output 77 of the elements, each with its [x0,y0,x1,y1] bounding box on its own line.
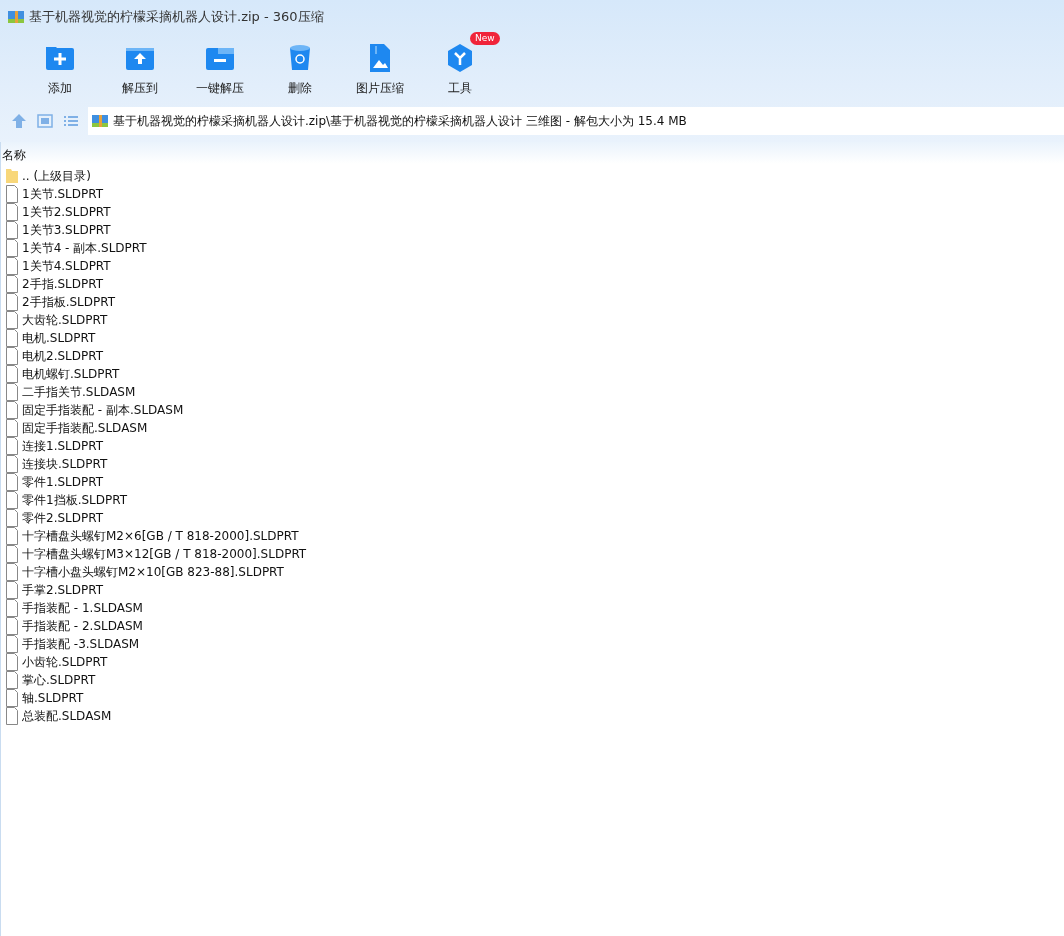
file-name[interactable]: 大齿轮.SLDPRT [22,311,108,329]
file-icon [5,527,19,545]
file-name[interactable]: 1关节2.SLDPRT [22,203,111,221]
file-name[interactable]: 零件2.SLDPRT [22,509,104,527]
file-name[interactable]: 2手指.SLDPRT [22,275,104,293]
file-icon [5,185,19,203]
address-bar[interactable]: 基于机器视觉的柠檬采摘机器人设计.zip\基于机器视觉的柠檬采摘机器人设计 三维图 - 解包大小为 15.4 MB [88,107,1064,135]
toolbar-button[interactable]: 一键解压 [180,34,260,100]
file-name[interactable]: 电机螺钉.SLDPRT [22,365,120,383]
file-icon [5,509,19,527]
file-icon [5,203,19,221]
file-name[interactable]: 1关节3.SLDPRT [22,221,111,239]
file-name[interactable]: 轴.SLDPRT [22,689,84,707]
file-name[interactable]: 十字槽盘头螺钉M3×12[GB / T 818-2000].SLDPRT [22,545,307,563]
file-name[interactable]: 2手指板.SLDPRT [22,293,116,311]
toolbar-button[interactable]: 工具 New [420,34,500,100]
file-icon [5,311,19,329]
file-icon [5,401,19,419]
file-name[interactable]: 1关节.SLDPRT [22,185,104,203]
toolbar-button[interactable]: 删除 [260,34,340,100]
file-name[interactable]: 电机.SLDPRT [22,329,96,347]
file-icon [5,491,19,509]
thumbnail-view-icon[interactable] [36,112,54,130]
file-name[interactable]: 电机2.SLDPRT [22,347,104,365]
toolbar-button[interactable]: 添加 [20,34,100,100]
address-path: 基于机器视觉的柠檬采摘机器人设计.zip\基于机器视觉的柠檬采摘机器人设计 三维图 - 解包大小为 15.4 MB [113,112,687,130]
file-name[interactable]: 零件1.SLDPRT [22,473,104,491]
file-icon [5,653,19,671]
file-name[interactable]: 固定手指装配 - 副本.SLDASM [22,401,184,419]
file-icon [5,563,19,581]
file-icon [5,671,19,689]
file-icon [5,257,19,275]
file-icon [5,689,19,707]
file-name[interactable]: 十字槽小盘头螺钉M2×10[GB 823-88].SLDPRT [22,563,284,581]
file-name[interactable]: .. (上级目录) [22,167,91,185]
file-icon [5,221,19,239]
file-icon [5,365,19,383]
file-icon [5,455,19,473]
file-name[interactable]: 二手指关节.SLDASM [22,383,136,401]
file-icon [5,383,19,401]
toolbar-button[interactable]: 图片压缩 [340,34,420,100]
column-header[interactable]: 名称 [1,142,1064,164]
file-name[interactable]: 连接1.SLDPRT [22,437,104,455]
up-arrow-icon[interactable] [10,112,28,130]
file-name[interactable]: 手指装配 -3.SLDASM [22,635,140,653]
window-title: 基于机器视觉的柠檬采摘机器人设计.zip - 360压缩 [29,8,324,26]
archive-icon [8,9,24,25]
file-name[interactable]: 固定手指装配.SLDASM [22,419,148,437]
file-icon [5,617,19,635]
file-icon [5,437,19,455]
file-icon [5,635,19,653]
file-icon [5,347,19,365]
file-icon [5,275,19,293]
file-name[interactable]: 连接块.SLDPRT [22,455,108,473]
file-name[interactable]: 1关节4.SLDPRT [22,257,111,275]
file-name[interactable]: 小齿轮.SLDPRT [22,653,108,671]
file-icon [5,473,19,491]
file-name[interactable]: 手指装配 - 2.SLDASM [22,617,143,635]
folder-icon [5,168,19,184]
file-icon [5,239,19,257]
file-name[interactable]: 掌心.SLDPRT [22,671,96,689]
file-icon [5,419,19,437]
file-icon [5,545,19,563]
file-icon [5,581,19,599]
file-icon [5,329,19,347]
file-icon [5,707,19,725]
file-name[interactable]: 总装配.SLDASM [22,707,112,725]
file-name[interactable]: 十字槽盘头螺钉M2×6[GB / T 818-2000].SLDPRT [22,527,299,545]
file-icon [5,293,19,311]
archive-icon [92,113,108,129]
file-name[interactable]: 1关节4 - 副本.SLDPRT [22,239,147,257]
file-name[interactable]: 手指装配 - 1.SLDASM [22,599,143,617]
new-badge: New [470,32,500,45]
file-name[interactable]: 手掌2.SLDPRT [22,581,104,599]
file-icon [5,599,19,617]
toolbar-button[interactable]: 解压到 [100,34,180,100]
file-name[interactable]: 零件1挡板.SLDPRT [22,491,128,509]
